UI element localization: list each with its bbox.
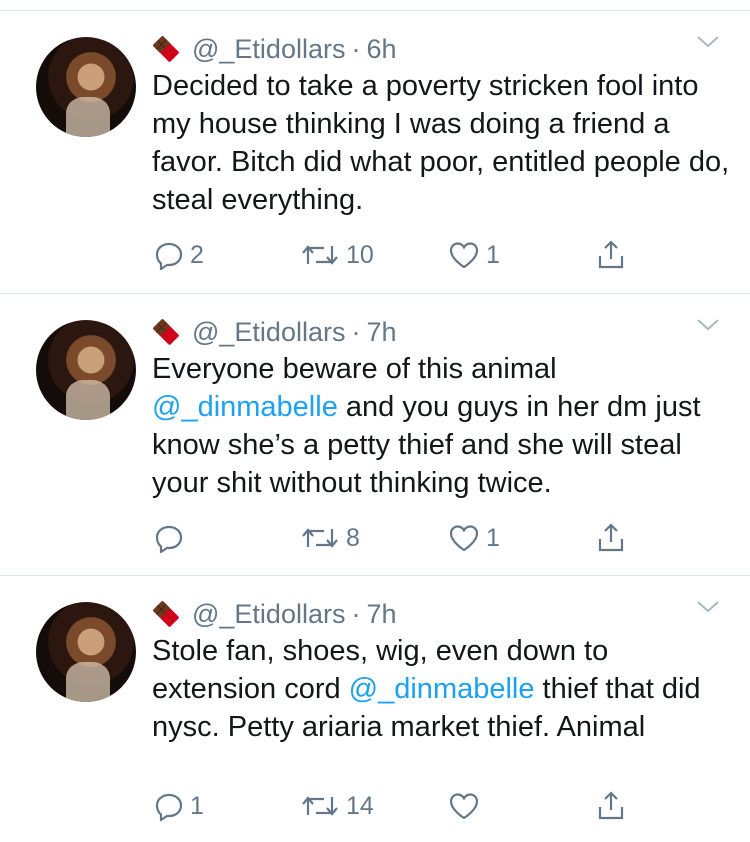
retweet-count: 10 bbox=[346, 240, 374, 269]
reply-count: 1 bbox=[190, 791, 204, 820]
tweet-actions: 1 14 bbox=[152, 788, 710, 824]
tweet-header: @_Etidollars · 7h bbox=[152, 596, 730, 632]
reply-count: 2 bbox=[190, 240, 204, 269]
tweet-actions: 8 1 bbox=[152, 520, 710, 556]
heart-icon bbox=[449, 242, 479, 269]
separator: · bbox=[351, 33, 361, 64]
chocolate-bar-icon bbox=[153, 319, 179, 345]
separator: · bbox=[351, 316, 361, 347]
retweet-count: 8 bbox=[346, 523, 360, 552]
tweet-time[interactable]: 7h bbox=[366, 317, 396, 348]
share-button[interactable] bbox=[596, 790, 626, 822]
tweet-handle[interactable]: @_Etidollars bbox=[192, 34, 345, 65]
tweet-handle[interactable]: @_Etidollars bbox=[192, 599, 345, 630]
retweet-count: 14 bbox=[346, 791, 374, 820]
avatar[interactable] bbox=[36, 320, 136, 420]
tweet-time[interactable]: 6h bbox=[366, 34, 396, 65]
retweet-icon bbox=[302, 528, 338, 548]
reply-icon bbox=[155, 793, 183, 821]
retweet-icon bbox=[302, 796, 338, 816]
reply-button[interactable]: 1 bbox=[154, 791, 204, 821]
tweet-text: Stole fan, shoes, wig, even down to exte… bbox=[152, 632, 730, 746]
heart-icon bbox=[449, 525, 479, 552]
like-button[interactable]: 1 bbox=[448, 240, 500, 270]
chevron-down-icon[interactable] bbox=[696, 598, 720, 616]
top-divider bbox=[0, 0, 750, 11]
share-icon bbox=[598, 523, 624, 552]
chocolate-bar-icon bbox=[153, 601, 179, 627]
heart-icon bbox=[449, 793, 479, 820]
tweet-text: Everyone beware of this animal @_dinmabel… bbox=[152, 350, 730, 502]
chocolate-bar-icon bbox=[153, 36, 179, 62]
tweet-text-start: Everyone beware of this animal bbox=[152, 353, 557, 385]
reply-icon bbox=[155, 525, 183, 553]
like-count: 1 bbox=[486, 240, 500, 269]
mention-link[interactable]: @_dinmabelle bbox=[152, 391, 338, 423]
like-button[interactable] bbox=[448, 791, 486, 821]
tweet-actions: 2 10 1 bbox=[152, 237, 710, 273]
tweet-handle[interactable]: @_Etidollars bbox=[192, 317, 345, 348]
tweet-3[interactable]: @_Etidollars · 7h Stole fan, shoes, wig,… bbox=[0, 576, 750, 842]
share-button[interactable] bbox=[596, 522, 626, 554]
separator: · bbox=[351, 598, 361, 629]
avatar[interactable] bbox=[36, 37, 136, 137]
retweet-button[interactable]: 10 bbox=[300, 240, 374, 270]
tweet-content: @_Etidollars · 7h Everyone beware of thi… bbox=[152, 314, 730, 502]
reply-button[interactable]: 2 bbox=[154, 240, 204, 270]
mention-link[interactable]: @_dinmabelle bbox=[349, 673, 535, 705]
retweet-icon bbox=[302, 245, 338, 265]
tweet-header: @_Etidollars · 7h bbox=[152, 314, 730, 350]
share-button[interactable] bbox=[596, 239, 626, 271]
tweet-text: Decided to take a poverty stricken fool … bbox=[152, 70, 730, 216]
tweet-2[interactable]: @_Etidollars · 7h Everyone beware of thi… bbox=[0, 294, 750, 576]
reply-button[interactable] bbox=[154, 523, 190, 553]
retweet-button[interactable]: 14 bbox=[300, 791, 374, 821]
share-icon bbox=[598, 240, 624, 269]
like-button[interactable]: 1 bbox=[448, 523, 500, 553]
tweet-time[interactable]: 7h bbox=[366, 599, 396, 630]
avatar[interactable] bbox=[36, 602, 136, 702]
like-count: 1 bbox=[486, 523, 500, 552]
reply-icon bbox=[155, 242, 183, 270]
tweet-content: @_Etidollars · 6h Decided to take a pove… bbox=[152, 31, 730, 219]
chevron-down-icon[interactable] bbox=[696, 316, 720, 334]
tweet-1[interactable]: @_Etidollars · 6h Decided to take a pove… bbox=[0, 11, 750, 294]
tweet-content: @_Etidollars · 7h Stole fan, shoes, wig,… bbox=[152, 596, 730, 746]
chevron-down-icon[interactable] bbox=[696, 33, 720, 51]
tweet-header: @_Etidollars · 6h bbox=[152, 31, 730, 67]
share-icon bbox=[598, 791, 624, 820]
retweet-button[interactable]: 8 bbox=[300, 523, 360, 553]
